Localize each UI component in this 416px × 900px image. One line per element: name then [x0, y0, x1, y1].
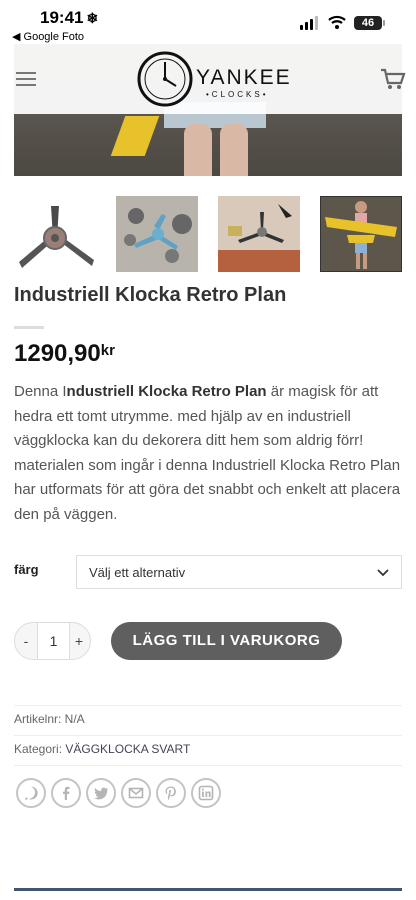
- room-propeller-image: [218, 196, 300, 272]
- propeller-clock-image: [19, 206, 94, 268]
- cart-icon[interactable]: [380, 68, 406, 90]
- thumbnail-yellow-plane[interactable]: [320, 196, 402, 272]
- sku-text: Artikelnr: N/A: [14, 712, 85, 726]
- product-description: Denna Industriell Klocka Retro Plan är m…: [14, 383, 401, 523]
- status-time: 19:41 ❄: [40, 8, 99, 27]
- person-legs-detail: [176, 104, 254, 176]
- pinterest-icon[interactable]: [156, 778, 186, 808]
- color-select[interactable]: Välj ett alternativ: [76, 555, 402, 589]
- chevron-down-icon: [377, 569, 389, 577]
- product-thumbnail-gallery: [14, 196, 402, 272]
- logo-wordmark: YANKEE: [196, 66, 292, 89]
- price-currency: kr: [100, 342, 115, 359]
- meta-divider-top: [14, 705, 402, 706]
- meta-divider-bottom: [14, 765, 402, 766]
- battery-icon: 46: [354, 16, 385, 30]
- quantity-decrease-button[interactable]: -: [15, 623, 37, 659]
- yellow-plane-image: [321, 197, 401, 271]
- facebook-icon[interactable]: [51, 778, 81, 808]
- back-to-app-link[interactable]: ◀ Google Foto: [12, 30, 84, 43]
- meta-divider-middle: [14, 735, 402, 736]
- linkedin-icon[interactable]: [191, 778, 221, 808]
- status-bar: 19:41 ❄ ◀ Google Foto 46: [0, 0, 416, 44]
- category-link[interactable]: VÄGGKLOCKA SVART: [65, 742, 190, 756]
- logo-tagline: •CLOCKS•: [206, 90, 269, 99]
- email-icon[interactable]: [121, 778, 151, 808]
- color-label: färg: [14, 562, 39, 577]
- quantity-input[interactable]: 1: [37, 623, 70, 659]
- category-text: Kategori: VÄGGKLOCKA SVART: [14, 742, 191, 756]
- thumbnail-room-propeller[interactable]: [218, 196, 300, 272]
- title-divider: [14, 326, 44, 329]
- add-to-cart-button[interactable]: LÄGG TILL I VARUKORG: [111, 622, 342, 660]
- color-select-value: Välj ett alternativ: [89, 565, 186, 580]
- product-title: Industriell Klocka Retro Plan: [14, 284, 287, 306]
- footer-divider: [14, 888, 402, 891]
- twitter-icon[interactable]: [86, 778, 116, 808]
- site-logo[interactable]: YANKEE •CLOCKS•: [136, 50, 290, 108]
- hamburger-menu-icon[interactable]: [16, 72, 36, 86]
- wifi-icon: [328, 15, 346, 29]
- snowflake-icon: ❄: [86, 10, 99, 26]
- thumbnail-propeller-clock[interactable]: [14, 196, 96, 272]
- product-price: 1290,90kr: [14, 340, 115, 367]
- quantity-stepper: - 1 +: [14, 622, 91, 660]
- quantity-increase-button[interactable]: +: [68, 623, 90, 659]
- blue-propeller-image: [116, 196, 198, 272]
- clock-logo-icon: [137, 51, 193, 107]
- whatsapp-icon[interactable]: [16, 778, 46, 808]
- site-header: YANKEE •CLOCKS•: [0, 44, 416, 114]
- thumbnail-blue-propeller[interactable]: [116, 196, 198, 272]
- plane-wing-detail: [110, 116, 160, 156]
- cellular-signal-icon: [300, 16, 320, 30]
